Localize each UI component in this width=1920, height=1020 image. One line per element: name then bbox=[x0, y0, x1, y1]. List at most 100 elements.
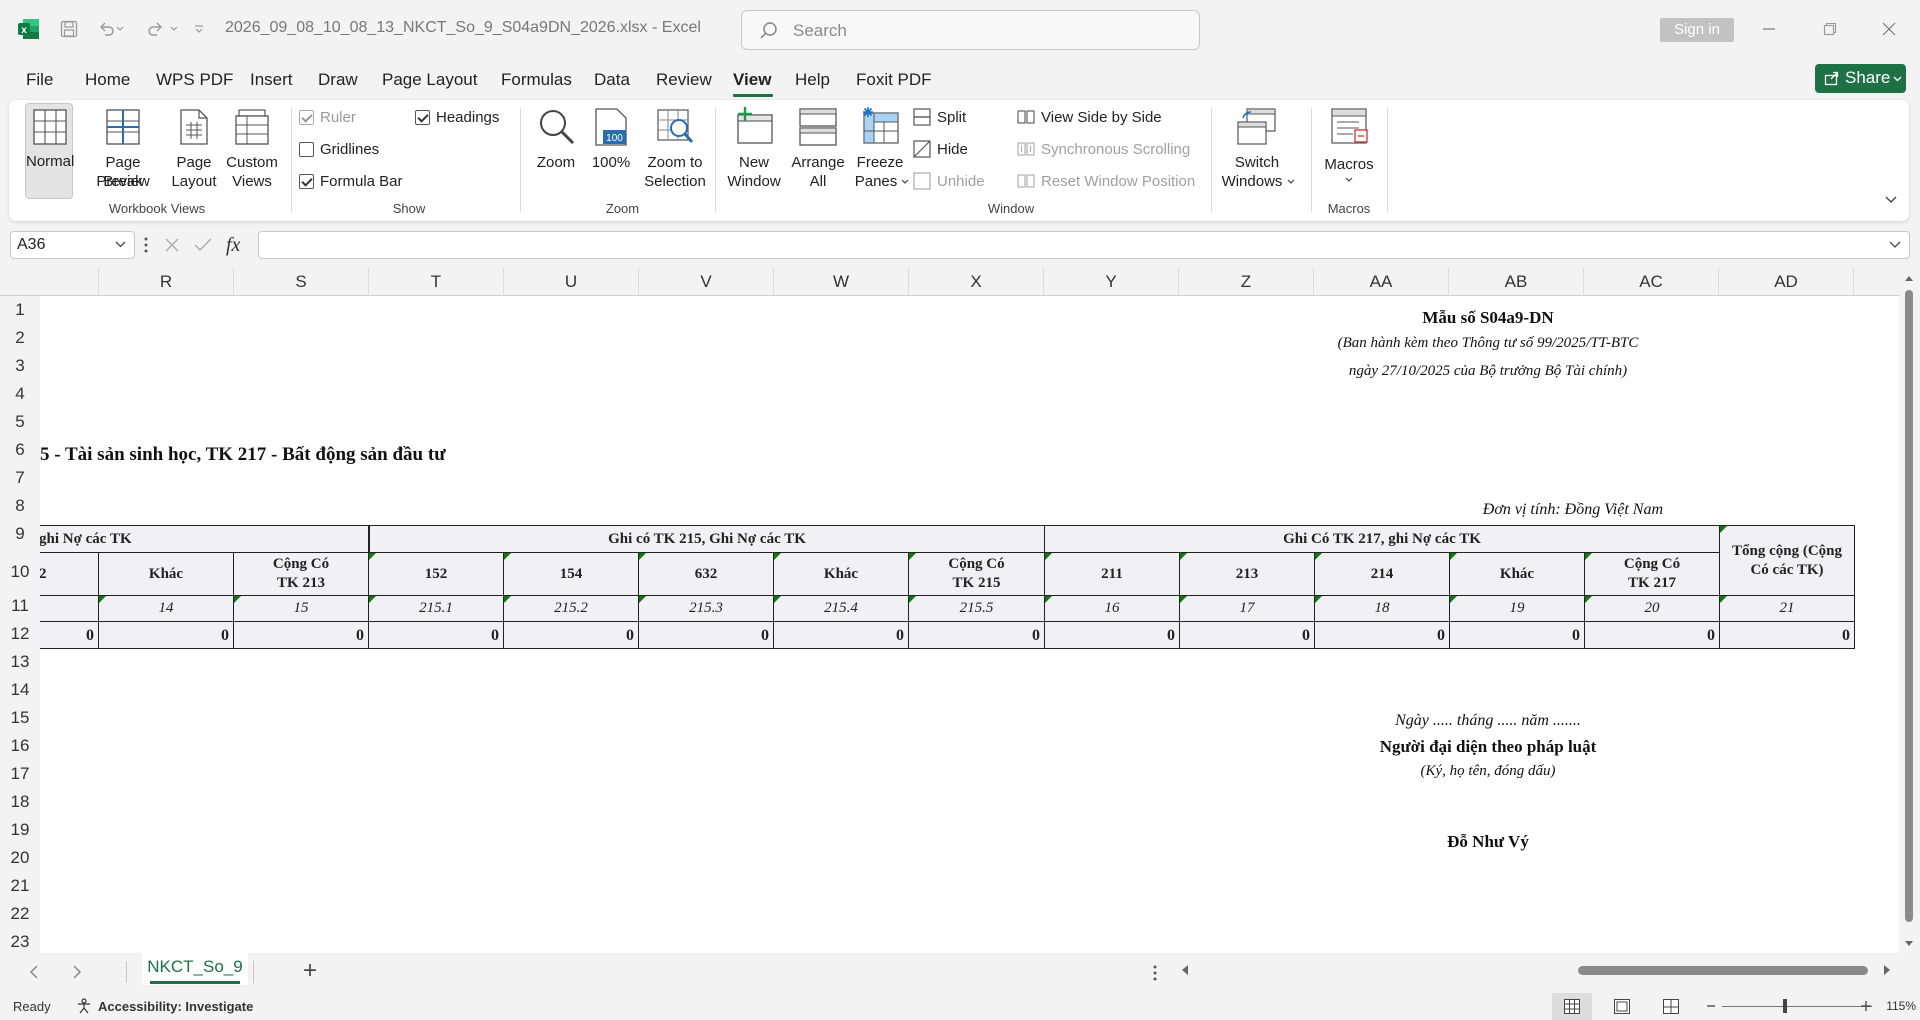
view-side-by-side-button[interactable]: View Side by Side bbox=[1017, 108, 1162, 126]
page-layout-view-button[interactable]: Page Layout bbox=[169, 103, 219, 199]
table-subheader[interactable]: 154 bbox=[503, 552, 639, 596]
column-header-y[interactable]: Y bbox=[1044, 268, 1179, 296]
column-header-aa[interactable]: AA bbox=[1314, 268, 1449, 296]
page-layout-status-icon[interactable] bbox=[1614, 999, 1630, 1014]
unhide-button[interactable]: Unhide bbox=[913, 172, 985, 190]
row-header[interactable]: 18 bbox=[0, 792, 40, 812]
scroll-left-icon[interactable] bbox=[1181, 964, 1189, 976]
column-header-r[interactable]: R bbox=[99, 268, 234, 296]
row-header[interactable]: 19 bbox=[0, 820, 40, 840]
sign-in-button[interactable]: Sign in bbox=[1660, 18, 1734, 42]
add-sheet-button[interactable]: + bbox=[303, 957, 317, 985]
tab-foxit-pdf[interactable]: Foxit PDF bbox=[856, 70, 932, 90]
row-header[interactable]: 14 bbox=[0, 680, 40, 700]
name-box[interactable]: A36 bbox=[10, 231, 135, 259]
formula-bar-checkbox[interactable]: Formula Bar bbox=[299, 173, 403, 190]
table-total-cell[interactable]: 0 bbox=[233, 621, 369, 649]
table-header-group-217[interactable]: Ghi Có TK 217, ghi Nợ các TK bbox=[1044, 525, 1720, 553]
column-header-partial[interactable] bbox=[40, 268, 99, 296]
table-code-cell[interactable]: 215.4 bbox=[773, 595, 909, 622]
row-header[interactable]: 15 bbox=[0, 708, 40, 728]
synchronous-scrolling-button[interactable]: Synchronous Scrolling bbox=[1017, 140, 1190, 158]
formula-input[interactable] bbox=[258, 231, 1910, 259]
tab-formulas[interactable]: Formulas bbox=[501, 70, 572, 90]
tab-insert[interactable]: Insert bbox=[250, 70, 293, 90]
tab-review[interactable]: Review bbox=[656, 70, 712, 90]
next-sheet-icon[interactable] bbox=[72, 965, 82, 979]
tab-file[interactable]: File bbox=[26, 70, 53, 90]
row-header[interactable]: 1 bbox=[0, 300, 40, 320]
close-icon[interactable] bbox=[1869, 14, 1909, 44]
row-header[interactable]: 16 bbox=[0, 736, 40, 756]
table-code-cell[interactable]: 21 bbox=[1719, 595, 1855, 622]
row-header[interactable]: 12 bbox=[0, 624, 40, 644]
table-total-cell[interactable]: 0 bbox=[908, 621, 1045, 649]
table-total-cell[interactable]: 0 bbox=[1449, 621, 1585, 649]
headings-checkbox[interactable]: Headings bbox=[415, 109, 499, 126]
table-subheader[interactable]: Cộng Có TK 217 bbox=[1584, 552, 1720, 596]
share-button[interactable]: Share bbox=[1815, 64, 1906, 93]
insert-function-icon[interactable]: fx bbox=[226, 234, 240, 257]
table-subheader[interactable]: Khác bbox=[1449, 552, 1585, 596]
zoom-level[interactable]: 115% bbox=[1876, 999, 1916, 1013]
new-window-button[interactable]: New Window bbox=[721, 103, 787, 199]
table-total-cell[interactable]: 0 bbox=[773, 621, 909, 649]
table-total-cell[interactable]: 0 bbox=[1584, 621, 1720, 649]
table-code-cell[interactable]: 215.1 bbox=[368, 595, 504, 622]
table-subheader[interactable]: Cộng Có TK 215 bbox=[908, 552, 1045, 596]
zoom-slider-thumb[interactable] bbox=[1783, 999, 1787, 1013]
tab-help[interactable]: Help bbox=[795, 70, 830, 90]
table-total-cell[interactable]: 0 bbox=[503, 621, 639, 649]
row-header[interactable]: 13 bbox=[0, 652, 40, 672]
table-code-cell[interactable]: 20 bbox=[1584, 595, 1720, 622]
column-header-t[interactable]: T bbox=[369, 268, 504, 296]
confirm-entry-icon[interactable] bbox=[194, 237, 212, 253]
table-subheader[interactable]: 2 bbox=[40, 552, 99, 596]
table-header-group-left[interactable]: ghi Nợ các TK bbox=[40, 525, 369, 553]
table-subheader[interactable]: 214 bbox=[1314, 552, 1450, 596]
zoom-out-icon[interactable] bbox=[1706, 999, 1716, 1013]
table-subheader[interactable]: 152 bbox=[368, 552, 504, 596]
accessibility-status[interactable]: Accessibility: Investigate bbox=[98, 999, 253, 1014]
table-subheader[interactable]: Khác bbox=[98, 552, 234, 596]
table-code-cell[interactable]: 17 bbox=[1179, 595, 1315, 622]
freeze-panes-button[interactable]: Freeze Panes bbox=[851, 103, 909, 199]
switch-windows-button[interactable]: Switch Windows bbox=[1217, 103, 1297, 199]
zoom-in-icon[interactable] bbox=[1860, 999, 1872, 1013]
normal-view-button[interactable]: Normal bbox=[25, 103, 74, 199]
row-header[interactable]: 7 bbox=[0, 468, 40, 488]
table-subheader[interactable]: 213 bbox=[1179, 552, 1315, 596]
table-header-total[interactable]: Tổng cộng (Cộng Có các TK) bbox=[1719, 525, 1855, 596]
undo-dropdown-icon[interactable] bbox=[112, 14, 128, 44]
previous-sheet-icon[interactable] bbox=[29, 965, 39, 979]
sheet-tab-nkct-so-9[interactable]: NKCT_So_9 bbox=[142, 953, 248, 985]
column-header-s[interactable]: S bbox=[234, 268, 369, 296]
table-code-cell[interactable]: 16 bbox=[1044, 595, 1180, 622]
column-header-x[interactable]: X bbox=[909, 268, 1044, 296]
row-header[interactable]: 21 bbox=[0, 876, 40, 896]
vertical-scrollbar[interactable] bbox=[1899, 272, 1920, 953]
macros-button[interactable]: Macros bbox=[1319, 103, 1379, 199]
table-subheader[interactable]: 211 bbox=[1044, 552, 1180, 596]
table-subheader[interactable]: Cộng Có TK 213 bbox=[233, 552, 369, 596]
tab-page-layout[interactable]: Page Layout bbox=[382, 70, 477, 90]
name-box-dropdown-icon[interactable] bbox=[115, 241, 126, 248]
minimize-icon[interactable] bbox=[1749, 14, 1789, 44]
row-header[interactable]: 2 bbox=[0, 328, 40, 348]
gridlines-checkbox[interactable]: Gridlines bbox=[299, 141, 379, 158]
zoom-slider-track[interactable] bbox=[1722, 1006, 1872, 1007]
column-header-ad[interactable]: AD bbox=[1719, 268, 1854, 296]
customize-qat-icon[interactable] bbox=[189, 14, 209, 44]
share-dropdown-icon[interactable] bbox=[1893, 76, 1902, 82]
table-total-cell[interactable]: 0 bbox=[98, 621, 234, 649]
table-header-group-215[interactable]: Ghi có TK 215, Ghi Nợ các TK bbox=[369, 525, 1045, 553]
zoom-100-button[interactable]: 100 100% bbox=[589, 103, 633, 199]
redo-dropdown-icon[interactable] bbox=[166, 14, 182, 44]
row-header[interactable]: 17 bbox=[0, 764, 40, 784]
hide-button[interactable]: Hide bbox=[913, 140, 968, 158]
column-header-v[interactable]: V bbox=[639, 268, 774, 296]
table-subheader[interactable]: Khác bbox=[773, 552, 909, 596]
table-code-cell[interactable]: 215.3 bbox=[638, 595, 774, 622]
table-code-cell[interactable] bbox=[40, 595, 99, 622]
table-subheader[interactable]: 632 bbox=[638, 552, 774, 596]
